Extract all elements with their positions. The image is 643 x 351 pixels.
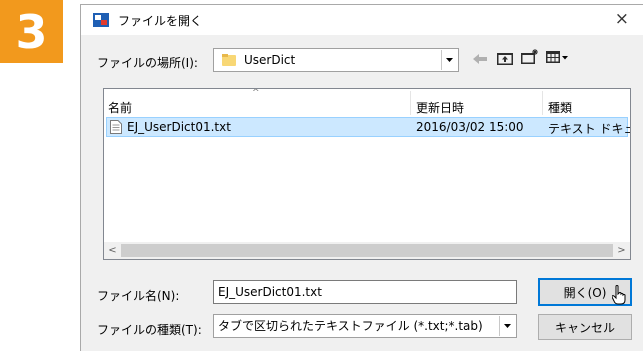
sort-asc-icon: ^ [252,88,260,98]
filename-input[interactable]: EJ_UserDict01.txt [213,280,517,304]
title-bar: ファイルを開く × [81,5,643,35]
scroll-left-icon[interactable]: < [104,242,121,259]
hand-cursor-icon [612,285,626,305]
back-icon[interactable] [473,53,487,65]
filetype-label: ファイルの種類(T): [97,323,202,337]
step-number-badge: 3 [0,0,63,63]
open-button-label: 開く(O) [563,285,607,300]
folder-icon [222,54,236,66]
up-folder-icon[interactable] [497,51,513,65]
view-menu-icon[interactable] [546,51,568,64]
app-icon [93,13,109,27]
scrollbar-thumb[interactable] [121,244,613,257]
scroll-right-icon[interactable]: > [613,242,630,259]
file-type: テキスト ドキュメン [548,122,630,136]
chevron-down-icon[interactable] [441,50,457,70]
file-list[interactable]: ^ 名前 更新日時 種類 EJ_UserDict01.txt 2016/03/0… [103,88,631,260]
chevron-down-icon[interactable] [499,316,515,336]
column-header-modified[interactable]: 更新日時 [416,99,464,116]
filename-label: ファイル名(N): [97,289,180,303]
filetype-value: タブで区切られたテキストファイル (*.txt;*.tab) [218,319,483,333]
cancel-button-label: キャンセル [554,320,615,335]
column-header-type[interactable]: 種類 [548,99,572,116]
location-dropdown[interactable]: UserDict [213,48,459,72]
location-label: ファイルの場所(I): [97,56,198,70]
horizontal-scrollbar[interactable]: < > [104,242,630,259]
file-name: EJ_UserDict01.txt [127,120,231,134]
close-button[interactable]: × [615,9,629,29]
text-file-icon [110,120,122,134]
dialog-title: ファイルを開く [118,14,203,28]
filetype-dropdown[interactable]: タブで区切られたテキストファイル (*.txt;*.tab) [213,314,517,338]
file-row[interactable]: EJ_UserDict01.txt 2016/03/02 15:00 テキスト … [106,117,630,137]
open-file-dialog: ファイルを開く × ファイルの場所(I): UserDict ^ 名前 更新日時 [80,4,643,351]
new-folder-icon[interactable] [521,49,539,65]
file-modified: 2016/03/02 15:00 [416,120,524,134]
column-header-name[interactable]: 名前 [108,99,132,116]
location-value: UserDict [244,53,296,67]
cancel-button[interactable]: キャンセル [538,314,632,340]
